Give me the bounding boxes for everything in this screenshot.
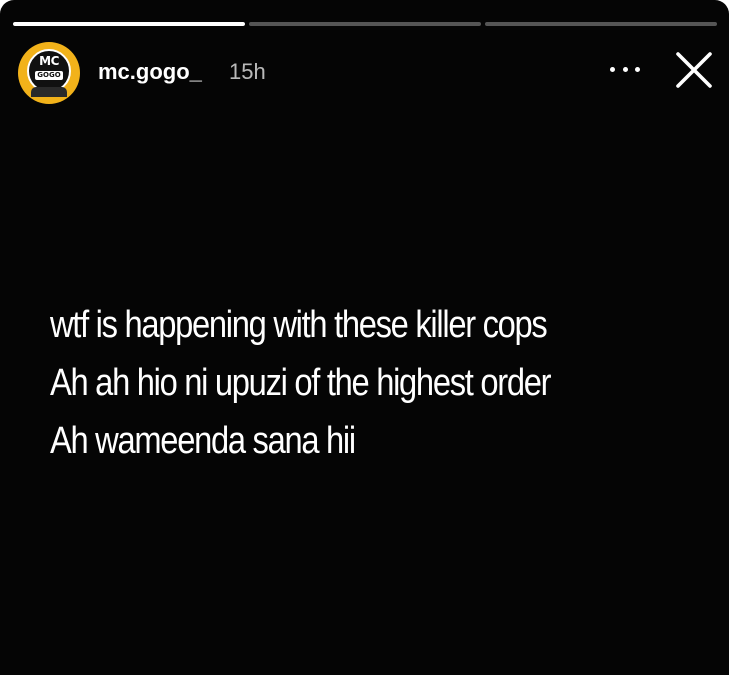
username-link[interactable]: mc.gogo_ [98, 59, 202, 85]
avatar-logo-subtext: GOGO [35, 71, 63, 80]
story-progress-bar [13, 22, 717, 26]
avatar-logo-text: MC [39, 54, 59, 68]
progress-fill [13, 22, 245, 26]
story-viewer: MC GOGO mc.gogo_ 15h wtf is happening wi… [0, 0, 729, 675]
close-icon[interactable] [674, 50, 714, 90]
story-text-line: Ah wameenda sana hii [50, 420, 356, 462]
story-text-line: wtf is happening with these killer cops [50, 304, 548, 346]
progress-segment [249, 22, 481, 26]
progress-segment [13, 22, 245, 26]
dot [610, 66, 615, 72]
story-text-line: Ah ah hio ni upuzi of the highest order [50, 362, 551, 404]
dot [622, 66, 628, 72]
dot [635, 66, 640, 72]
post-time: 15h [229, 59, 266, 84]
progress-segment [485, 22, 717, 26]
more-dots-icon[interactable] [610, 57, 640, 81]
close-icon-svg [676, 52, 712, 88]
story-text: wtf is happening with these killer cops … [50, 296, 690, 470]
story-header: MC GOGO mc.gogo_ 15h [18, 42, 718, 104]
avatar[interactable]: MC GOGO [18, 42, 80, 104]
avatar-base [31, 87, 67, 97]
